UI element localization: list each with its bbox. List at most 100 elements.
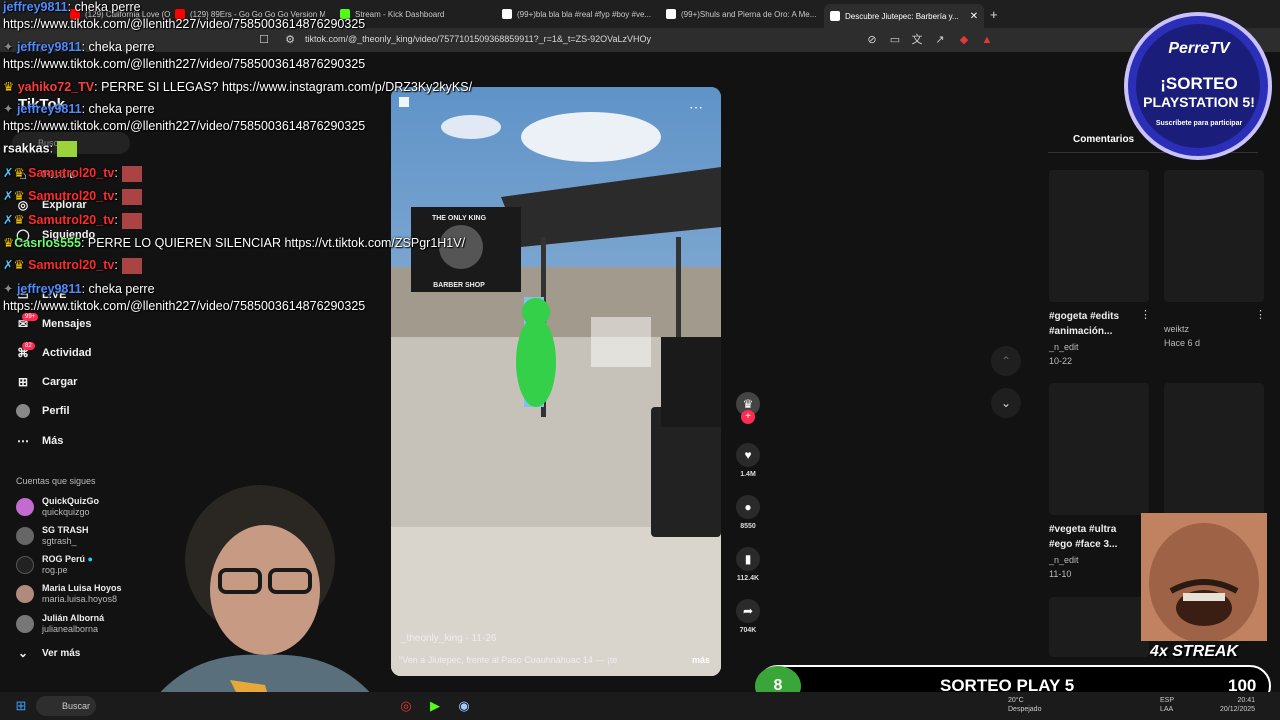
chat-message: https://www.tiktok.com/@llenith227/video… <box>3 17 366 31</box>
chat-message: ✗♛ Samutrol20_tv: <box>3 257 142 274</box>
chat-message: ♛ yahiko72_TV: PERRE SI LLEGAS? https://… <box>3 80 473 94</box>
notification-icon[interactable]: ▲ <box>981 34 993 46</box>
avatar <box>16 527 34 545</box>
chat-message: https://www.tiktok.com/@llenith227/video… <box>3 57 366 71</box>
clock[interactable]: 20:41 20/12/2025 <box>1220 696 1255 714</box>
card-options-icon[interactable]: ⋮ <box>1255 308 1266 321</box>
following-section-title: Cuentas que sigues <box>16 476 96 486</box>
emote-icon <box>57 141 78 157</box>
chat-badge-icon: ✦ <box>3 102 17 116</box>
see-more-button[interactable]: ⌄ Ver más <box>16 646 80 660</box>
promo-line2: PLAYSTATION 5! <box>1143 94 1255 110</box>
app-icon[interactable]: ◎ <box>396 696 416 716</box>
giveaway-promo-badge: PerreTV ¡SORTEO PLAYSTATION 5! Suscríbet… <box>1118 8 1280 163</box>
weather-widget[interactable]: 20°C Despejado <box>1008 696 1041 714</box>
author-avatar[interactable]: ♛ + <box>736 392 760 424</box>
chevron-down-icon: ⌄ <box>17 646 29 660</box>
share-icon[interactable]: ↗ <box>934 34 946 46</box>
emote-icon <box>121 165 142 182</box>
chat-message: ✗♛ Samutrol20_tv: <box>3 188 142 205</box>
windows-taskbar: ⊞ Buscar ◎ ▶ ◉ 20°C Despejado ESP LAA 20:4… <box>0 692 1280 720</box>
extension-icon[interactable]: ⊘ <box>866 34 878 46</box>
close-tab-icon[interactable]: ✕ <box>970 11 978 22</box>
tiktok-icon <box>666 9 676 19</box>
save-button[interactable]: ▮ 112.4K <box>736 547 760 582</box>
card-title[interactable]: #vegeta #ultra #ego #face 3... <box>1049 522 1117 552</box>
browser-tab[interactable]: (99+)bla bla bla #real #fyp #boy #ve... <box>502 4 652 24</box>
new-tab-icon[interactable]: + <box>990 4 1004 24</box>
verified-icon: ● <box>87 554 93 564</box>
cast-icon[interactable]: ▭ <box>889 34 901 46</box>
following-account[interactable]: ROG Perú ● rog.pe <box>16 554 93 576</box>
brave-shield-icon[interactable]: ◆ <box>958 34 970 46</box>
next-video-button[interactable]: ⌄ <box>991 388 1021 418</box>
crown-icon: ♛ <box>13 189 29 203</box>
avatar <box>16 615 34 633</box>
chat-message: ✦ jeffrey9811: cheka perre <box>3 102 155 116</box>
nav-upload[interactable]: ⊞ Cargar <box>16 375 78 389</box>
sword-icon: ✗ <box>3 258 14 272</box>
video-thumbnail[interactable] <box>1049 170 1149 302</box>
windows-start-icon[interactable]: ⊞ <box>11 696 31 716</box>
previous-video-button[interactable]: ⌃ <box>991 346 1021 376</box>
chat-badge-icon: ✦ <box>3 40 17 54</box>
video-thumbnail[interactable] <box>1049 597 1149 657</box>
crown-icon: ♛ <box>13 166 29 180</box>
upload-icon: ⊞ <box>17 375 29 389</box>
crown-icon: ♛ <box>3 236 15 250</box>
card-meta: _n_edit 11-10 <box>1049 555 1079 579</box>
video-author[interactable]: _theonly_king · 11-26 <box>401 633 496 644</box>
chat-badge-icon: ✦ <box>3 282 17 296</box>
steam-icon[interactable]: ◉ <box>454 696 474 716</box>
promo-brand: PerreTV <box>1168 40 1230 57</box>
webcam-overlay <box>100 470 400 720</box>
comment-button[interactable]: ● 8550 <box>736 495 760 530</box>
card-options-icon[interactable]: ⋮ <box>1140 308 1151 321</box>
bookmark-icon: ▮ <box>736 547 760 571</box>
promo-line1: ¡SORTEO <box>1160 74 1238 93</box>
heart-icon: ♥ <box>736 443 760 467</box>
taskbar-search[interactable]: Buscar <box>36 696 96 716</box>
translate-icon[interactable]: 文 <box>911 34 923 46</box>
video-options-icon[interactable]: ⋯ <box>689 99 703 116</box>
chat-message: https://www.tiktok.com/@llenith227/video… <box>3 119 366 133</box>
video-thumbnail[interactable] <box>1049 383 1149 515</box>
obs-icon[interactable]: ▶ <box>425 696 445 716</box>
crown-icon: ♛ <box>13 213 29 227</box>
video-thumbnail[interactable] <box>1164 383 1264 515</box>
following-account[interactable]: SG TRASH sgtrash_ <box>16 525 89 547</box>
chat-message: jeffrey9811: cheka perre <box>3 0 141 14</box>
share-button[interactable]: ➦ 704K <box>736 599 760 634</box>
emote-icon <box>121 188 142 205</box>
video-caption: "Ven a Jiutepec, frente al Paso Cuauhnáh… <box>399 655 618 665</box>
chat-message: ✦ jeffrey9811: cheka perre <box>3 40 155 54</box>
avatar <box>16 585 34 603</box>
more-icon: ⋯ <box>17 434 29 448</box>
laughing-face-image <box>1141 513 1267 641</box>
following-account[interactable]: QuickQuizGo quickquizgo <box>16 496 99 518</box>
nav-profile[interactable]: Perfil <box>16 404 70 418</box>
emote-icon <box>121 257 142 274</box>
reaction-meme-image <box>1141 513 1267 641</box>
video-thumbnail[interactable] <box>1164 170 1264 302</box>
language-indicator[interactable]: ESP LAA <box>1160 696 1174 714</box>
chat-message: rsakkas: <box>3 141 78 157</box>
card-meta: weiktz Hace 6 d <box>1164 324 1201 348</box>
share-icon: ➦ <box>736 599 760 623</box>
caption-more-button[interactable]: más <box>692 655 710 665</box>
chat-message: ✦ jeffrey9811: cheka perre <box>3 282 155 296</box>
chat-message: https://www.tiktok.com/@llenith227/video… <box>3 299 366 313</box>
streamer-webcam <box>140 485 390 720</box>
following-account[interactable]: Julián Alborná julianealborna <box>16 613 104 635</box>
activity-badge: 82 <box>22 342 35 350</box>
browser-tab[interactable]: (99+)Shuls and Pierna de Oro: A Me... <box>666 4 816 24</box>
avatar <box>16 556 34 574</box>
stream-chat-overlay: jeffrey9811: cheka perre https://www.tik… <box>0 0 520 320</box>
promo-line3: Suscríbete para participar <box>1155 120 1243 127</box>
crown-icon: ♛ <box>3 80 18 94</box>
nav-more[interactable]: ⋯ Más <box>16 434 63 448</box>
browser-tab-active[interactable]: Descubre Jiutepec: Barbería y... ✕ <box>824 4 984 28</box>
follow-plus-icon[interactable]: + <box>741 410 755 424</box>
card-title[interactable]: #gogeta #edits #animación... <box>1049 309 1119 339</box>
like-button[interactable]: ♥ 1.4M <box>736 443 760 478</box>
